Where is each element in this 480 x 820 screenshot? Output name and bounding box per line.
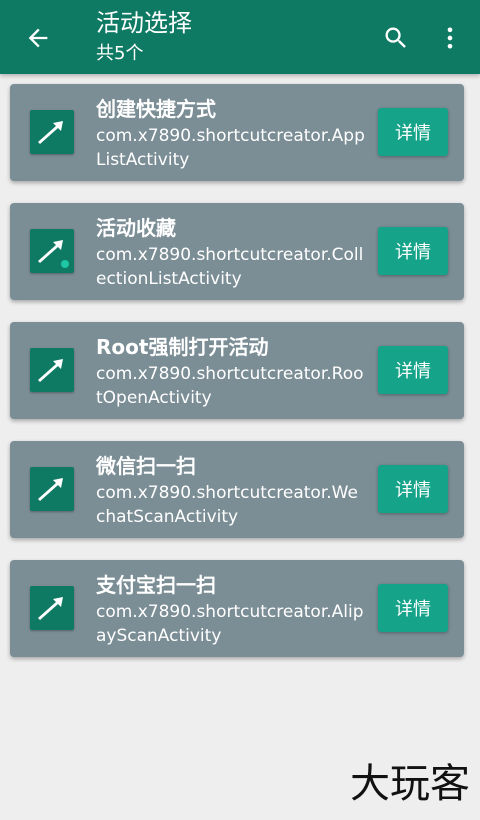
shortcut-arrow-icon bbox=[30, 229, 74, 273]
activity-card[interactable]: 创建快捷方式 com.x7890.shortcutcreator.AppList… bbox=[10, 84, 464, 181]
shortcut-arrow-icon bbox=[30, 586, 74, 630]
activity-class-name: com.x7890.shortcutcreator.RootOpenActivi… bbox=[96, 364, 364, 408]
more-options-button[interactable] bbox=[430, 18, 470, 58]
activity-title: 创建快捷方式 bbox=[96, 97, 216, 121]
activity-card[interactable]: 微信扫一扫 com.x7890.shortcutcreator.WechatSc… bbox=[10, 441, 464, 538]
details-button[interactable]: 详情 bbox=[378, 346, 448, 394]
arrow-left-icon bbox=[28, 28, 48, 48]
shortcut-arrow-icon bbox=[30, 467, 74, 511]
activity-class-name: com.x7890.shortcutcreator.CollectionList… bbox=[96, 245, 364, 289]
activity-class-name: com.x7890.shortcutcreator.WechatScanActi… bbox=[96, 483, 358, 527]
details-button[interactable]: 详情 bbox=[378, 108, 448, 156]
back-button[interactable] bbox=[18, 18, 58, 58]
activity-card[interactable]: 支付宝扫一扫 com.x7890.shortcutcreator.AlipayS… bbox=[10, 560, 464, 657]
more-vert-icon bbox=[447, 27, 453, 49]
details-button[interactable]: 详情 bbox=[378, 584, 448, 632]
activity-card[interactable]: 活动收藏 com.x7890.shortcutcreator.Collectio… bbox=[10, 203, 464, 300]
page-subtitle: 共5个 bbox=[96, 43, 144, 64]
activity-card[interactable]: Root强制打开活动 com.x7890.shortcutcreator.Roo… bbox=[10, 322, 464, 419]
details-button[interactable]: 详情 bbox=[378, 465, 448, 513]
activity-title: 支付宝扫一扫 bbox=[96, 573, 216, 597]
app-bar: 活动选择 共5个 bbox=[0, 0, 480, 74]
activity-title: 微信扫一扫 bbox=[96, 454, 196, 478]
activity-class-name: com.x7890.shortcutcreator.AppListActivit… bbox=[96, 126, 365, 170]
shortcut-arrow-icon bbox=[30, 110, 74, 154]
search-button[interactable] bbox=[376, 18, 416, 58]
details-button[interactable]: 详情 bbox=[378, 227, 448, 275]
shortcut-arrow-icon bbox=[30, 348, 74, 392]
activity-title: Root强制打开活动 bbox=[96, 335, 269, 359]
page-title: 活动选择 bbox=[96, 9, 192, 37]
status-dot-icon bbox=[61, 260, 69, 268]
search-icon bbox=[385, 27, 406, 48]
watermark: 大玩客 bbox=[350, 761, 470, 807]
activity-class-name: com.x7890.shortcutcreator.AlipayScanActi… bbox=[96, 602, 364, 646]
activity-title: 活动收藏 bbox=[96, 216, 176, 240]
